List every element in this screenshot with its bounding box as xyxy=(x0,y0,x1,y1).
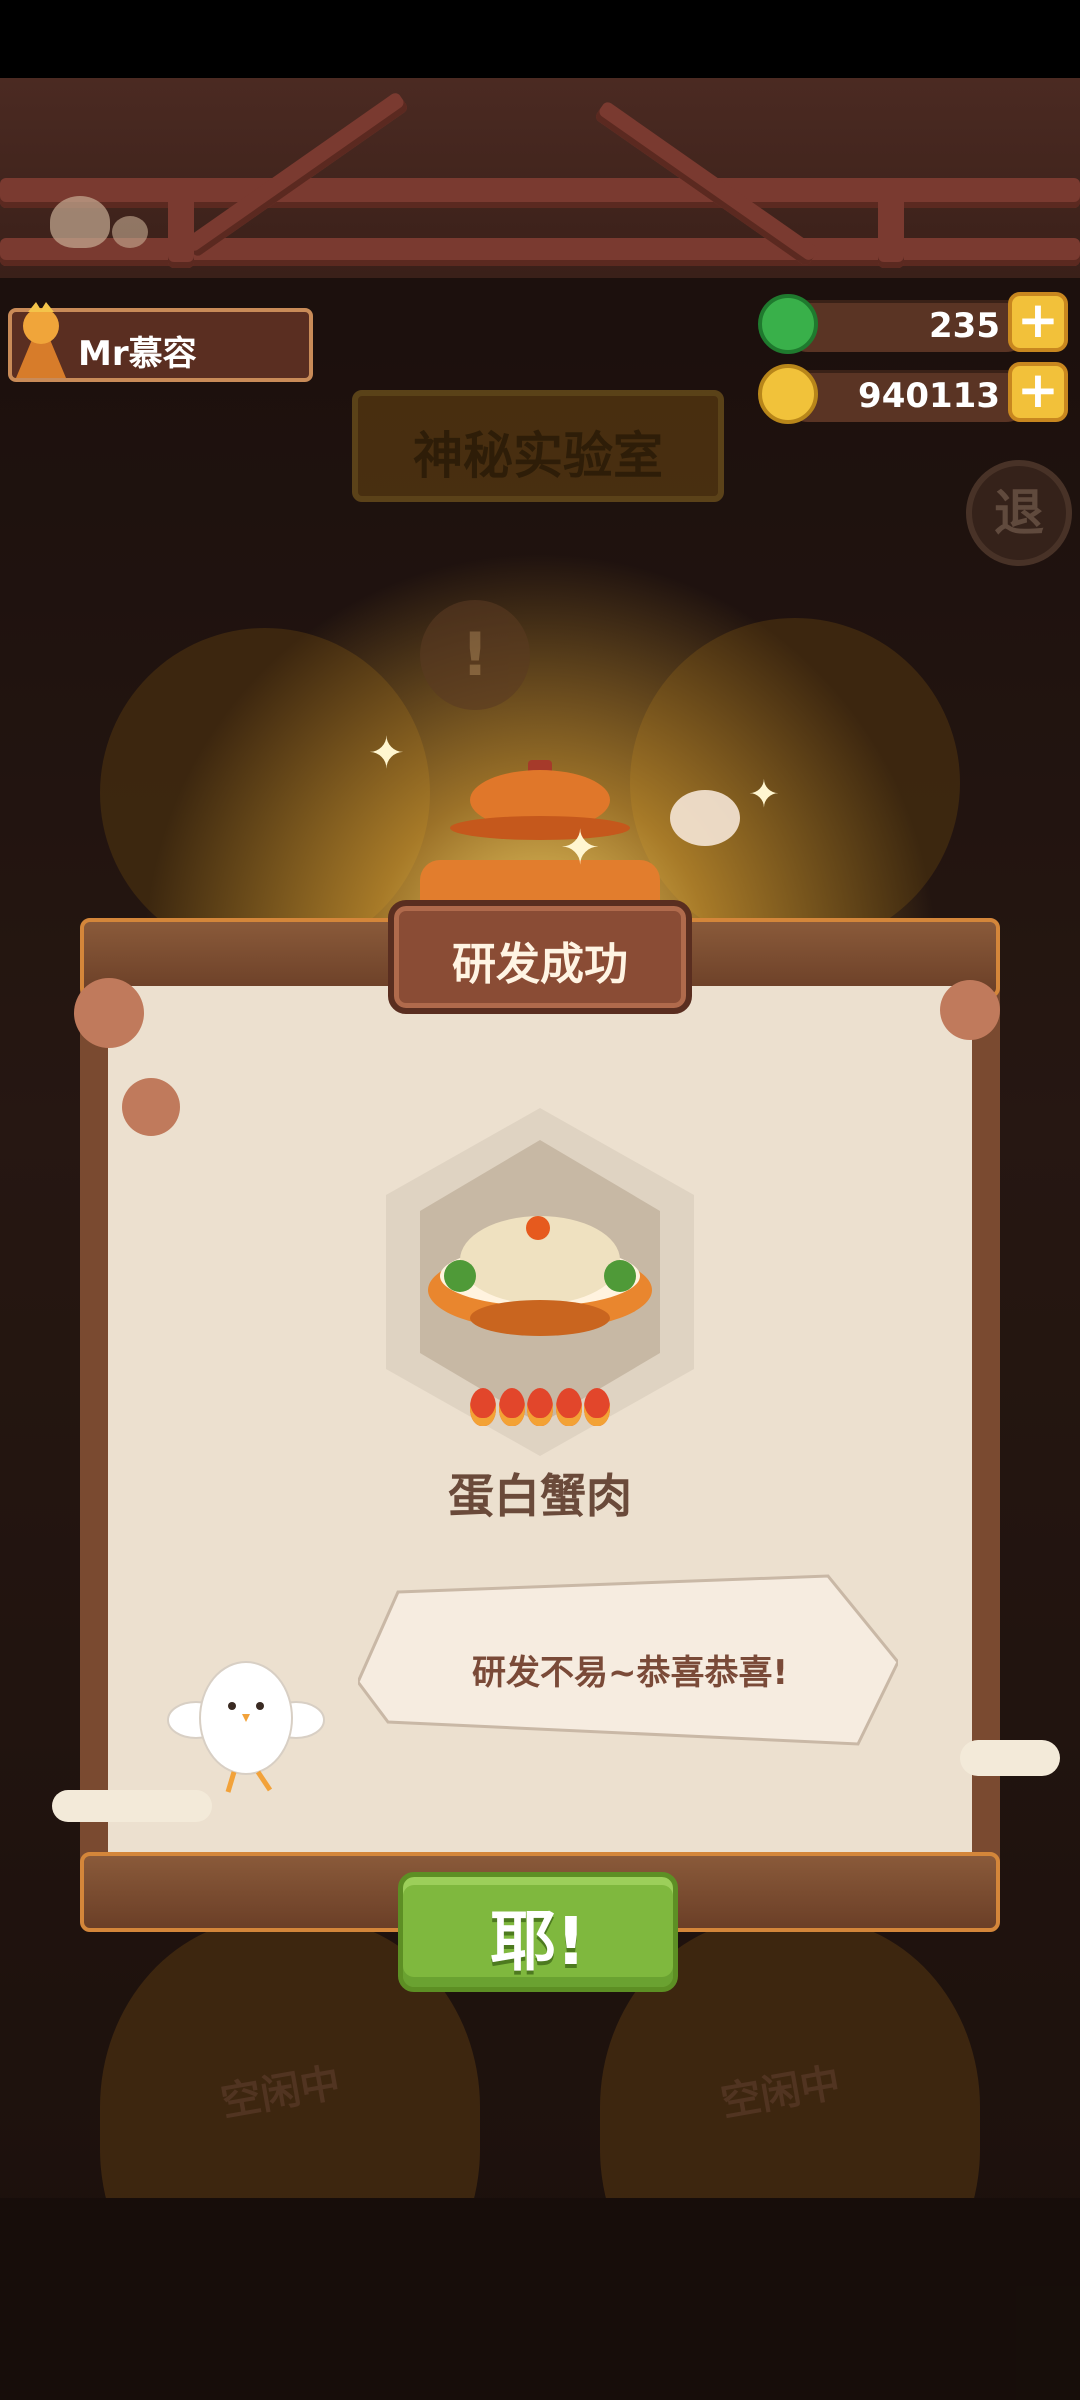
exit-button[interactable]: 退 xyxy=(966,460,1072,566)
chick-small-decoration xyxy=(112,216,148,248)
dish-rating xyxy=(470,1388,610,1428)
roof-beams xyxy=(0,78,1080,278)
dish-image xyxy=(428,1216,652,1336)
cloud-decoration-icon xyxy=(960,1740,1060,1776)
coins-value: 940113 xyxy=(858,376,1000,416)
confirm-button-label: 耶! xyxy=(489,1903,587,1980)
player-name: Mr慕容 xyxy=(78,334,197,374)
flower-decoration-icon xyxy=(122,1078,180,1136)
panel-title: 研发成功 xyxy=(452,939,628,990)
sparkle-icon: ✦ xyxy=(368,728,405,779)
flame-icon xyxy=(555,1388,582,1426)
flame-icon xyxy=(470,1388,496,1426)
steam-icon xyxy=(670,790,740,846)
add-coins-button[interactable]: + xyxy=(1008,362,1068,422)
speech-message: 研发不易~恭喜恭喜! xyxy=(472,1653,788,1693)
flame-icon xyxy=(498,1388,525,1426)
status-bar xyxy=(0,0,1080,78)
pot-lid-icon xyxy=(420,760,660,920)
lab-title: 神秘实验室 xyxy=(413,427,663,485)
sparkle-icon: ✦ xyxy=(560,820,601,876)
alert-bubble-icon: ! xyxy=(420,600,530,710)
dish-name: 蛋白蟹肉 xyxy=(448,1469,632,1523)
chick-mascot-icon xyxy=(167,1661,325,1793)
flower-decoration-icon xyxy=(940,980,1000,1040)
flame-icon xyxy=(527,1388,553,1426)
flower-decoration-icon xyxy=(74,978,144,1048)
player-avatar-icon xyxy=(16,302,66,378)
flame-icon xyxy=(584,1388,610,1426)
gems-value: 235 xyxy=(929,306,1000,346)
chick-decoration xyxy=(50,196,110,248)
sparkle-icon: ✦ xyxy=(748,772,780,816)
add-gems-button[interactable]: + xyxy=(1008,292,1068,352)
